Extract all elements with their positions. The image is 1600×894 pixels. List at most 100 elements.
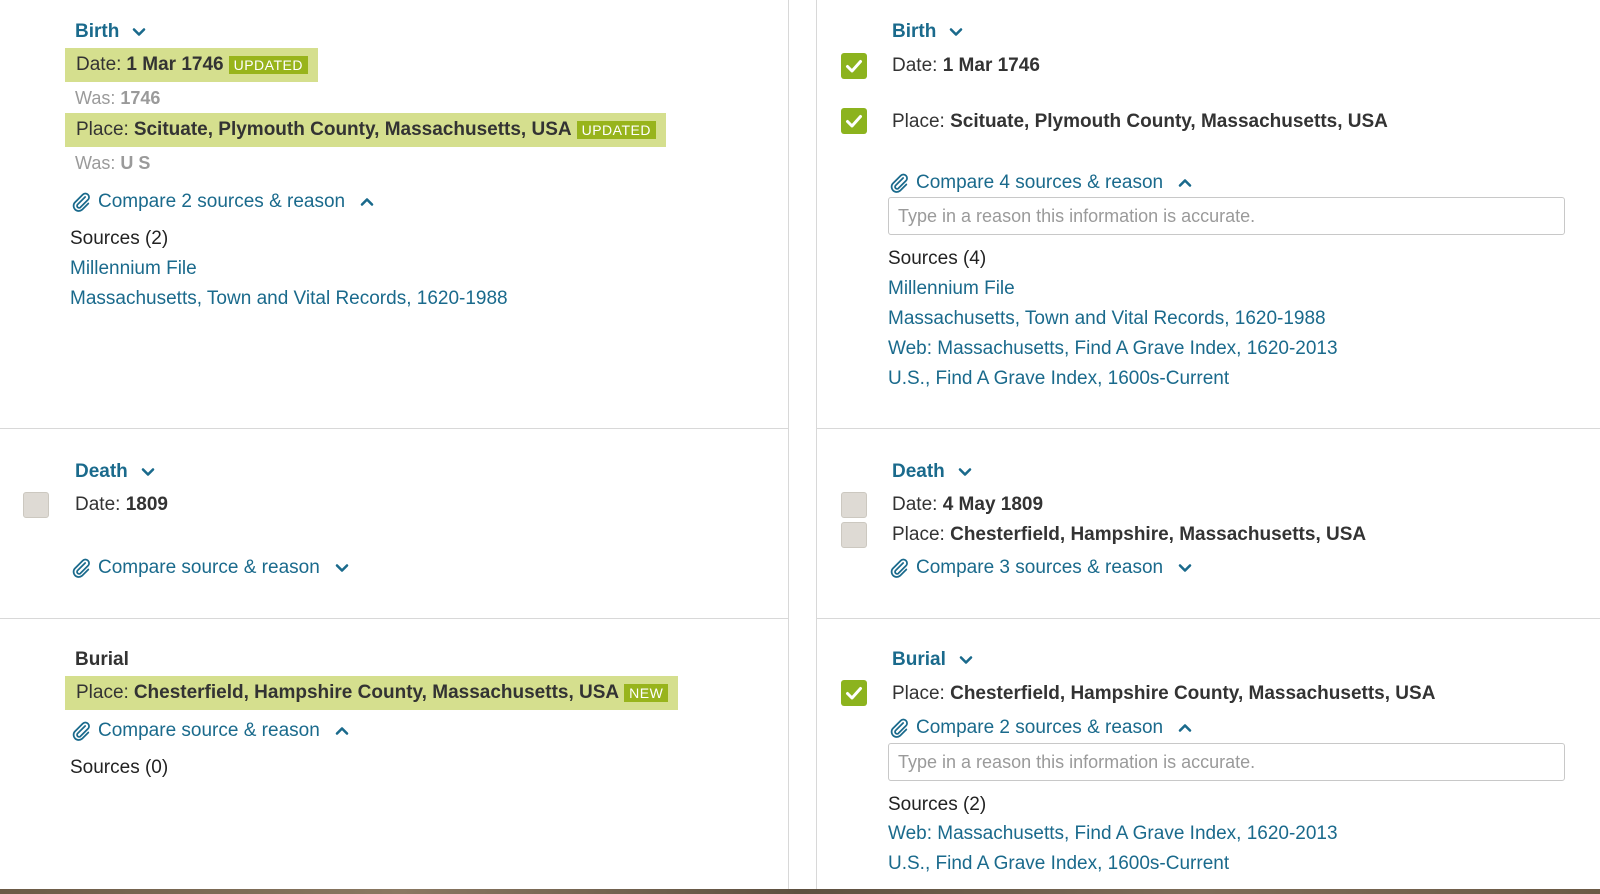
chevron-down-icon [141, 468, 155, 476]
source-link[interactable]: Millennium File [70, 257, 197, 281]
death-heading-label: Death [75, 461, 128, 482]
compare-sources-toggle[interactable]: Compare source & reason [70, 719, 350, 743]
section-divider [0, 618, 788, 619]
death-place-checkbox[interactable] [841, 522, 867, 548]
sources-title: Sources (2) [70, 228, 169, 249]
chevron-down-icon [133, 28, 146, 36]
place-label: Place: [892, 111, 945, 132]
date-label: Date: [76, 54, 122, 75]
birth-place-highlight: Place: Scituate, Plymouth County, Massac… [65, 113, 666, 147]
birth-place-checkbox[interactable] [841, 108, 867, 134]
compare-sources-toggle[interactable]: Compare 4 sources & reason [888, 171, 1193, 195]
updated-badge: UPDATED [576, 121, 656, 139]
chevron-down-icon [335, 564, 349, 572]
paperclip-icon [890, 558, 908, 578]
birth-heading[interactable]: Birth [75, 20, 147, 44]
source-link[interactable]: Massachusetts, Town and Vital Records, 1… [70, 287, 508, 311]
birth-place-was-value: U S [120, 153, 151, 173]
place-label: Place: [892, 683, 945, 704]
birth-heading-label: Birth [75, 21, 120, 42]
compare-label: Compare 2 sources & reason [98, 191, 346, 212]
new-badge: NEW [624, 684, 669, 702]
chevron-up-icon [335, 727, 349, 735]
sources-title: Sources (2) [888, 794, 987, 815]
death-place-value: Chesterfield, Hampshire, Massachusetts, … [950, 524, 1367, 545]
panel-gutter [788, 0, 816, 890]
reason-input[interactable] [888, 197, 1565, 235]
place-label: Place: [76, 119, 129, 140]
sources-title: Sources (0) [70, 757, 169, 778]
chevron-up-icon [360, 198, 374, 206]
date-label: Date: [75, 494, 121, 515]
death-date-line: Date: 1809 [75, 493, 168, 517]
burial-place-highlight: Place: Chesterfield, Hampshire County, M… [65, 676, 679, 710]
date-label: Date: [892, 494, 938, 515]
chevron-down-icon [950, 28, 963, 36]
checkmark-icon [846, 60, 862, 73]
checkmark-icon [846, 115, 862, 128]
paperclip-icon [72, 192, 90, 212]
sources-title: Sources (4) [888, 248, 987, 269]
birth-heading[interactable]: Birth [892, 20, 964, 44]
death-place-line: Place: Chesterfield, Hampshire, Massachu… [892, 523, 1366, 547]
burial-heading[interactable]: Burial [892, 648, 974, 672]
was-label: Was: [75, 88, 116, 108]
death-heading[interactable]: Death [75, 460, 156, 484]
was-label: Was: [75, 153, 116, 173]
source-link[interactable]: Web: Massachusetts, Find A Grave Index, … [888, 337, 1338, 361]
birth-date-was-value: 1746 [120, 88, 161, 108]
compare-label: Compare source & reason [98, 720, 320, 741]
paperclip-icon [72, 558, 90, 578]
birth-date-was: Was: 1746 [75, 87, 160, 109]
death-heading-label: Death [892, 461, 945, 482]
burial-place-checkbox[interactable] [841, 680, 867, 706]
updated-badge: UPDATED [228, 56, 308, 74]
compare-sources-toggle[interactable]: Compare 3 sources & reason [888, 556, 1193, 580]
paperclip-icon [890, 173, 908, 193]
place-label: Place: [76, 682, 129, 703]
birth-date-value: 1 Mar 1746 [126, 54, 224, 75]
compare-sources-toggle[interactable]: Compare 2 sources & reason [888, 716, 1193, 740]
birth-heading-label: Birth [892, 21, 937, 42]
compare-label: Compare 2 sources & reason [916, 717, 1164, 738]
burial-place-line: Place: Chesterfield, Hampshire County, M… [892, 682, 1435, 706]
section-divider [816, 428, 1600, 429]
compare-label: Compare 4 sources & reason [916, 172, 1164, 193]
birth-date-highlight: Date: 1 Mar 1746 UPDATED [65, 48, 318, 82]
death-date-checkbox[interactable] [23, 492, 49, 518]
source-link[interactable]: U.S., Find A Grave Index, 1600s-Current [888, 852, 1229, 876]
background-strip [0, 889, 1600, 894]
place-label: Place: [892, 524, 945, 545]
chevron-up-icon [1178, 179, 1192, 187]
birth-date-line: Date: 1 Mar 1746 [892, 54, 1040, 78]
source-link[interactable]: Massachusetts, Town and Vital Records, 1… [888, 307, 1326, 331]
burial-heading-label: Burial [75, 649, 129, 670]
death-date-line: Date: 4 May 1809 [892, 493, 1043, 517]
date-label: Date: [892, 55, 938, 76]
birth-date-checkbox[interactable] [841, 53, 867, 79]
birth-place-value: Scituate, Plymouth County, Massachusetts… [950, 111, 1388, 132]
source-link[interactable]: Millennium File [888, 277, 1015, 301]
source-link[interactable]: Web: Massachusetts, Find A Grave Index, … [888, 822, 1338, 846]
chevron-up-icon [1178, 724, 1192, 732]
paperclip-icon [890, 718, 908, 738]
compare-label: Compare source & reason [98, 557, 320, 578]
chevron-down-icon [959, 656, 973, 664]
chevron-down-icon [1178, 564, 1192, 572]
death-date-value: 1809 [125, 494, 168, 515]
compare-sources-toggle[interactable]: Compare 2 sources & reason [70, 190, 375, 214]
reason-input[interactable] [888, 743, 1565, 781]
death-date-checkbox[interactable] [841, 492, 867, 518]
burial-place-value: Chesterfield, Hampshire County, Massachu… [133, 682, 620, 703]
source-link[interactable]: U.S., Find A Grave Index, 1600s-Current [888, 367, 1229, 391]
birth-place-was: Was: U S [75, 152, 150, 174]
panel-divider-right [816, 0, 817, 890]
burial-heading: Burial [75, 648, 129, 672]
compare-sources-toggle[interactable]: Compare source & reason [70, 556, 350, 580]
birth-place-line: Place: Scituate, Plymouth County, Massac… [892, 110, 1388, 134]
death-heading[interactable]: Death [892, 460, 973, 484]
checkmark-icon [846, 687, 862, 700]
panel-divider-left [788, 0, 789, 890]
birth-place-value: Scituate, Plymouth County, Massachusetts… [133, 119, 572, 140]
chevron-down-icon [958, 468, 972, 476]
